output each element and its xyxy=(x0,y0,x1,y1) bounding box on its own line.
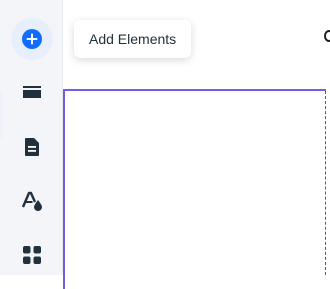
add-elements-tooltip: Add Elements xyxy=(74,20,192,58)
tooltip-label: Add Elements xyxy=(89,31,177,47)
apps-grid-icon xyxy=(23,246,41,264)
add-elements-button[interactable] xyxy=(11,18,53,60)
pages-button[interactable] xyxy=(11,126,53,168)
sections-button[interactable] xyxy=(11,72,53,114)
page-icon xyxy=(25,138,39,156)
partial-toolbar-icon[interactable] xyxy=(324,30,330,42)
theme-icon xyxy=(21,191,42,211)
sidebar-edge-highlight xyxy=(0,92,3,138)
left-sidebar xyxy=(0,0,63,275)
add-circle-icon xyxy=(22,29,42,49)
sections-icon xyxy=(23,86,41,98)
canvas-selection-frame[interactable] xyxy=(63,89,326,289)
canvas-gridline xyxy=(325,91,326,275)
apps-button[interactable] xyxy=(11,234,53,276)
design-button[interactable] xyxy=(11,180,53,222)
